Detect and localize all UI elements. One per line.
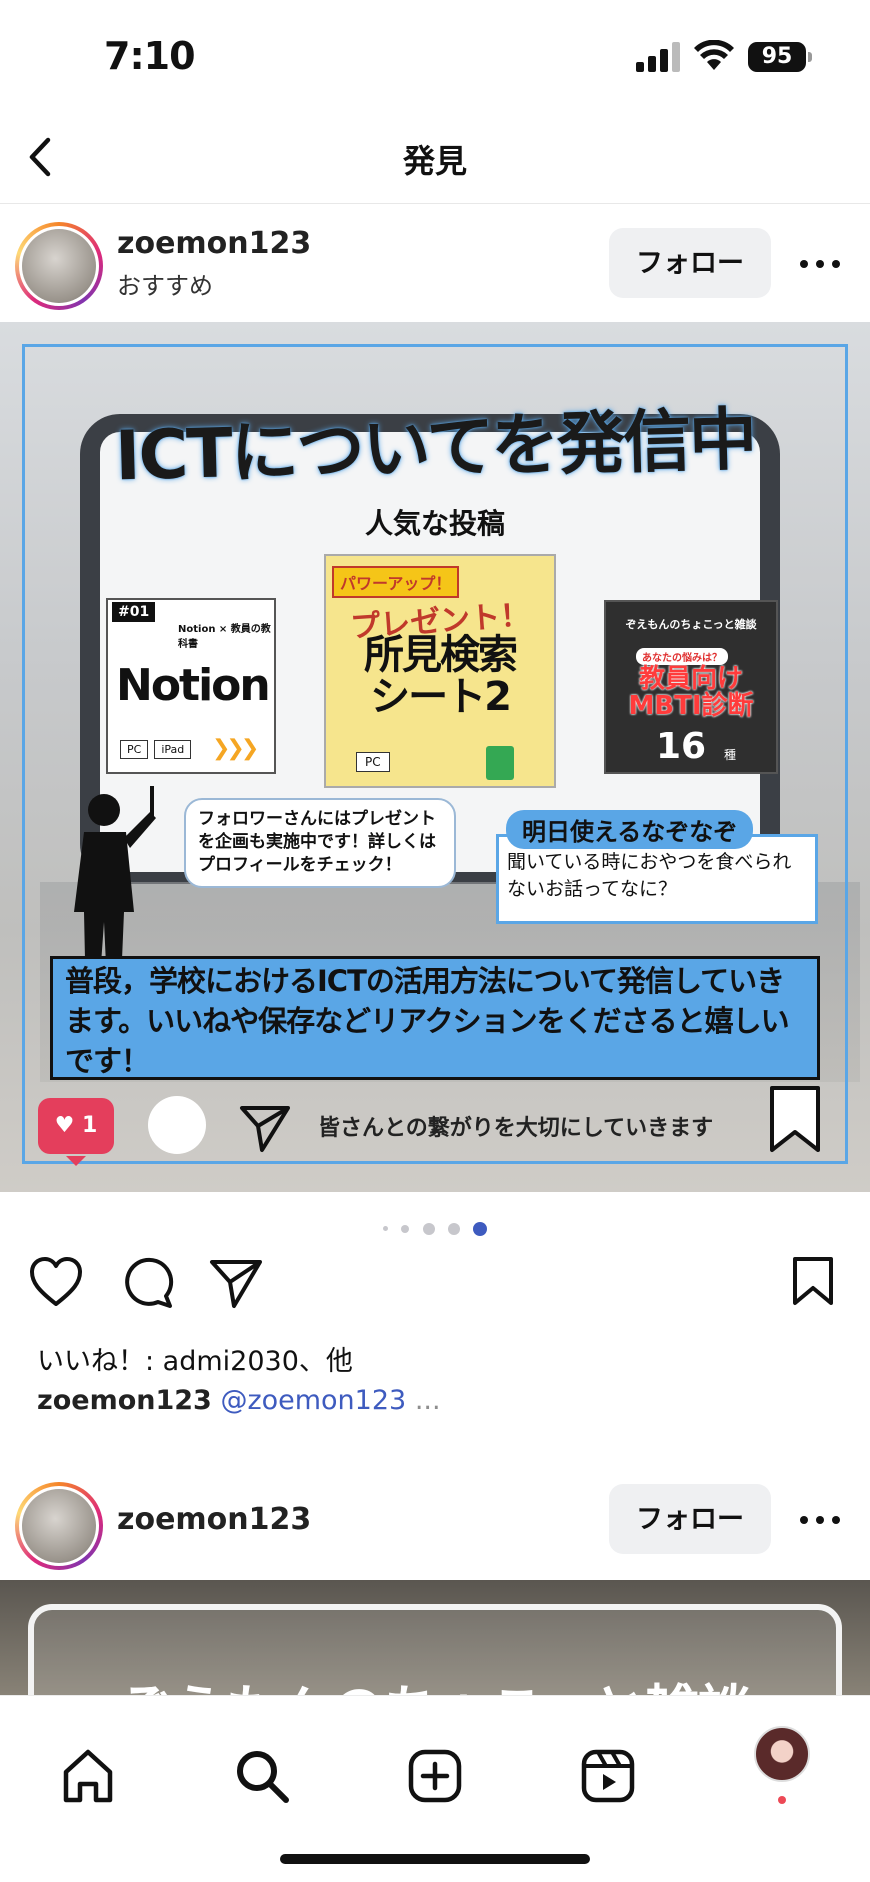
carousel-dot — [401, 1224, 410, 1233]
page-title: 発見 — [402, 142, 467, 180]
mbti-main: 教員向け MBTI診断 — [606, 664, 776, 722]
wifi-icon — [694, 40, 734, 70]
mbti-unit: 種 — [724, 748, 737, 762]
image-bookmark-icon — [770, 1086, 820, 1152]
avatar[interactable] — [15, 222, 103, 310]
post-action-row — [0, 1256, 870, 1316]
image-send-icon — [240, 1106, 290, 1152]
battery-indicator: 95 — [748, 42, 812, 72]
post-username[interactable]: zoemon123 — [117, 226, 311, 261]
tab-bar — [0, 1695, 870, 1882]
status-bar: 7:10 95 — [0, 0, 870, 110]
avatar-image — [22, 1489, 96, 1563]
mbti-question: あなたの悩みは？ — [636, 648, 728, 665]
more-horizontal-icon[interactable] — [796, 252, 844, 276]
reels-icon[interactable] — [578, 1746, 638, 1806]
carousel-dots — [0, 1218, 870, 1236]
home-icon[interactable] — [58, 1746, 118, 1806]
post-username[interactable]: zoemon123 — [117, 1502, 311, 1537]
battery-tip — [808, 52, 812, 62]
comment-icon[interactable] — [120, 1256, 174, 1310]
notion-thumbnail: #01 Notion × 教員の教科書 Notion PC iPad ❯❯❯ — [106, 598, 276, 774]
search-icon[interactable] — [232, 1746, 292, 1806]
avatar-image — [22, 229, 96, 303]
present-badge: パワーアップ！ — [332, 566, 460, 598]
notification-dot — [778, 1796, 786, 1804]
image-action-row: ♥ 1 皆さんとの繋がりを大切にしていきます — [0, 1086, 870, 1172]
post-caption[interactable]: zoemon123 @zoemon123 ... — [37, 1385, 441, 1416]
caption-username[interactable]: zoemon123 — [37, 1385, 212, 1416]
status-time: 7:10 — [104, 34, 196, 78]
home-indicator — [280, 1854, 590, 1864]
post-subtitle: おすすめ — [117, 272, 213, 300]
create-icon[interactable] — [405, 1746, 465, 1806]
notion-title: Notion — [116, 660, 271, 711]
mbti-number: 16 — [656, 726, 707, 767]
caption-mention[interactable]: @zoemon123 — [220, 1385, 406, 1416]
more-horizontal-icon[interactable] — [796, 1508, 844, 1532]
nav-header: 発見 — [0, 110, 870, 204]
carousel-dot-active — [472, 1221, 487, 1236]
image-banner: 普段，学校におけるICTの活用方法について発信していきます。いいねや保存などリア… — [50, 956, 820, 1080]
carousel-dot — [447, 1222, 460, 1235]
mbti-thumbnail: ぞえもんのちょこっと雑談 あなたの悩みは？ 教員向け MBTI診断 16 種 — [604, 600, 778, 774]
follow-button[interactable]: フォロー — [609, 1484, 771, 1554]
notion-chip: PC — [120, 740, 149, 759]
mbti-main-line: MBTI診断 — [628, 691, 754, 722]
present-main-line: 所見検索 — [364, 632, 518, 678]
present-main-line: シート2 — [370, 674, 512, 720]
carousel-dot — [383, 1226, 389, 1231]
likes-summary[interactable]: いいね！: admi2030、他 — [37, 1339, 353, 1378]
notion-subtitle: Notion × 教員の教科書 — [178, 624, 271, 650]
image-comment-icon — [148, 1096, 206, 1154]
carousel-dot — [422, 1222, 435, 1235]
send-icon[interactable] — [208, 1256, 264, 1310]
heart-icon[interactable] — [28, 1256, 84, 1308]
notion-tag: #01 — [112, 602, 156, 622]
follow-button[interactable]: フォロー — [609, 228, 771, 298]
image-bottom-caption: 皆さんとの繋がりを大切にしていきます — [318, 1116, 714, 1141]
mbti-main-line: 教員向け — [638, 664, 743, 694]
image-popular-label: 人気な投稿 — [364, 507, 505, 540]
arrows-icon: ❯❯❯ — [212, 736, 259, 761]
notion-chips: PC iPad — [120, 740, 197, 759]
image-like-count: 1 — [82, 1113, 98, 1138]
post-header: zoemon123 おすすめ フォロー — [0, 204, 870, 322]
image-like-badge: ♥ 1 — [38, 1098, 114, 1166]
present-main: 所見検索 シート2 — [326, 634, 554, 718]
spreadsheet-icon — [486, 746, 514, 780]
battery-level: 95 — [748, 42, 806, 72]
quiz-title: 明日使えるなぞなぞ — [506, 810, 754, 849]
speech-bubble: フォロワーさんにはプレゼントを企画も実施中です！詳しくはプロフィールをチェック！ — [184, 798, 456, 888]
post-image[interactable]: ぞえもんのちょこっと雑談 — [0, 1580, 870, 1700]
present-thumbnail: パワーアップ！ プレゼント！ 所見検索 シート2 PC — [324, 554, 556, 788]
profile-avatar[interactable] — [754, 1726, 810, 1782]
notion-chip: iPad — [154, 740, 192, 759]
mbti-top: ぞえもんのちょこっと雑談 — [625, 618, 757, 631]
caption-more[interactable]: ... — [415, 1385, 441, 1416]
post-image[interactable]: ICTについてを発信中 人気な投稿 #01 Notion × 教員の教科書 No… — [0, 322, 870, 1192]
present-chip: PC — [356, 752, 390, 772]
avatar[interactable] — [15, 1482, 103, 1570]
post-header: zoemon123 フォロー — [0, 1460, 870, 1578]
bookmark-icon[interactable] — [790, 1256, 836, 1306]
cellular-signal-icon — [636, 42, 680, 72]
